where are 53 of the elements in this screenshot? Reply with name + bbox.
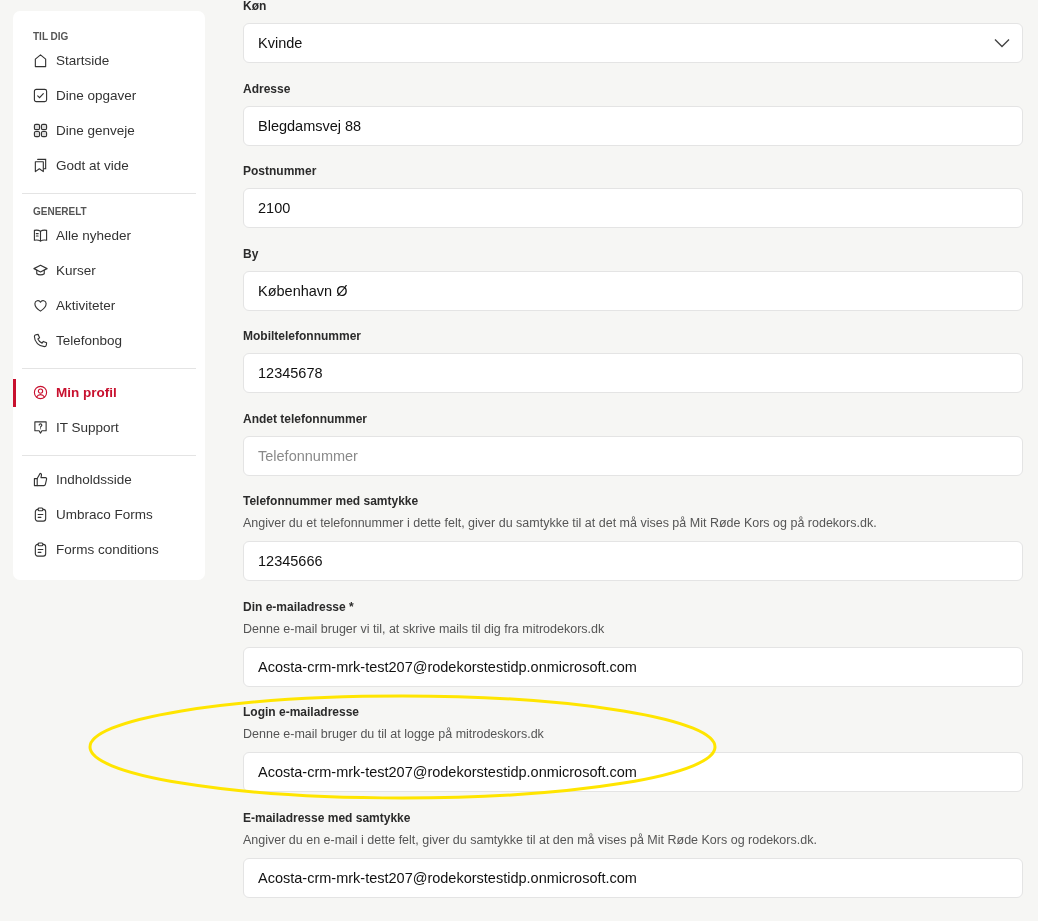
clipboard-icon [33, 542, 48, 557]
text-field[interactable]: 2100 [243, 188, 1023, 228]
text-field[interactable]: Acosta-crm-mrk-test207@rodekorstestidp.onmicrosoft.com [243, 857, 1023, 898]
field-label: Postnummer [243, 163, 317, 179]
field-label: Adresse [243, 80, 291, 97]
chevron-down-icon [994, 38, 1010, 48]
open-book-icon [33, 228, 48, 243]
nav-item[interactable]: Umbraco Forms [13, 500, 205, 529]
question-bubble-icon [33, 420, 48, 435]
select-field[interactable]: Kvinde [243, 23, 1023, 63]
nav-item[interactable]: Min profil [13, 378, 205, 407]
nav-item[interactable]: Aktiviteter [13, 291, 205, 320]
text-field[interactable]: Acosta-crm-mrk-test207@rodekorstestidp.onmicrosoft.com [243, 646, 1023, 687]
field-label: Køn [243, 0, 267, 14]
text-field[interactable]: 12345678 [243, 353, 1023, 393]
heart-icon [33, 298, 48, 313]
user-icon [33, 385, 48, 400]
field-description: Angiver du en e-mail i dette felt, giver du samtykke til at den må vises på Mit Røde Kors og rodekors.dk. [243, 831, 817, 848]
section-heading: TIL DIG [33, 31, 69, 43]
thumbs-up-icon [33, 472, 48, 487]
field-label: Din e-mailadresse * [243, 598, 354, 615]
text-field[interactable]: København Ø [243, 270, 1023, 311]
house-icon [33, 53, 48, 68]
field-description: Denne e-mail bruger du til at logge på mitrodeskors.dk [243, 726, 544, 742]
nav-item[interactable]: Dine genveje [13, 116, 205, 145]
text-field[interactable]: Acosta-crm-mrk-test207@rodekorstestidp.onmicrosoft.com [243, 752, 1023, 792]
field-label: Andet telefonnummer [243, 410, 367, 427]
bookmark-pages-icon [33, 158, 48, 173]
phone-icon [33, 333, 48, 348]
nav-item[interactable]: Godt at vide [13, 151, 205, 180]
field-label: E-mailadresse med samtykke [243, 809, 411, 826]
nav-item[interactable]: Indholdsside [13, 465, 205, 494]
field-label: Mobiltelefonnummer [243, 328, 361, 344]
field-label: Login e-mailadresse [243, 704, 360, 720]
nav-item[interactable]: Dine opgaver [13, 81, 205, 110]
grid-icon [33, 123, 48, 138]
field-description: Denne e-mail bruger vi til, at skrive mails til dig fra mitrodekors.dk [243, 620, 605, 637]
graduation-cap-icon [33, 263, 48, 278]
field-description: Angiver du et telefonnummer i dette felt, giver du samtykke til at det må vises på Mit Røde Kors og på rodekors.dk. [243, 515, 877, 531]
checkbox-icon [33, 88, 48, 103]
text-field[interactable]: Telefonnummer [243, 435, 1023, 476]
nav-item[interactable]: Telefonbog [13, 326, 205, 355]
field-label: By [243, 245, 259, 262]
nav-item[interactable]: Alle nyheder [13, 221, 205, 250]
clipboard-icon [33, 507, 48, 522]
nav-item[interactable]: Startside [13, 46, 205, 75]
field-label: Telefonnummer med samtykke [243, 493, 419, 509]
nav-item[interactable]: IT Support [13, 413, 205, 442]
text-field[interactable]: 12345666 [243, 541, 1023, 581]
section-heading: GENERELT [33, 206, 87, 218]
nav-item[interactable]: Kurser [13, 256, 205, 285]
text-field[interactable]: Blegdamsvej 88 [243, 105, 1023, 146]
nav-item[interactable]: Forms conditions [13, 535, 205, 564]
